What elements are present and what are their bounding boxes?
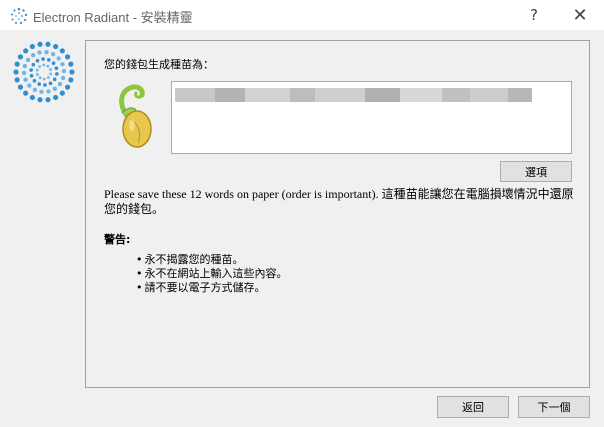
logo-dot bbox=[22, 63, 28, 69]
logo-dot bbox=[37, 97, 43, 103]
seed-instruction-text: Please save these 12 words on paper (ord… bbox=[104, 187, 574, 216]
brand-logo-icon bbox=[13, 41, 75, 103]
logo-dot bbox=[61, 68, 67, 74]
logo-dot bbox=[37, 50, 42, 55]
logo-dot bbox=[39, 89, 44, 95]
logo-dot bbox=[68, 61, 74, 67]
logo-dot bbox=[49, 72, 53, 76]
logo-dot bbox=[29, 94, 35, 101]
logo-dot bbox=[29, 43, 35, 50]
logo-dot bbox=[60, 62, 65, 67]
logo-dot bbox=[60, 75, 66, 81]
logo-dot bbox=[53, 43, 59, 50]
logo-dot bbox=[46, 89, 51, 94]
options-button[interactable]: 選項 bbox=[500, 161, 572, 182]
window-title: Electron Radiant - 安裝精靈 bbox=[33, 10, 193, 25]
app-logo-icon bbox=[11, 7, 28, 25]
next-button[interactable]: 下一個 bbox=[518, 396, 590, 418]
logo-dot bbox=[35, 68, 39, 72]
logo-dot bbox=[35, 58, 40, 63]
warning-item: 請不要以電子方式儲存。 bbox=[136, 281, 288, 295]
logo-dot bbox=[48, 81, 53, 86]
warning-item: 永不在網站上輸入這些內容。 bbox=[136, 267, 288, 281]
logo-dot bbox=[54, 66, 59, 70]
logo-dot bbox=[56, 56, 61, 61]
logo-dot bbox=[27, 83, 32, 88]
title-bar: Electron Radiant - 安裝精靈 ? ✕ bbox=[0, 0, 604, 30]
logo-dot bbox=[46, 58, 51, 62]
logo-dot bbox=[36, 73, 39, 76]
logo-dot bbox=[13, 69, 19, 75]
logo-dot bbox=[41, 57, 45, 61]
logo-dot bbox=[37, 41, 43, 47]
logo-dot bbox=[30, 52, 36, 58]
warning-item: 永不揭露您的種苗。 bbox=[136, 253, 288, 267]
logo-dot bbox=[29, 74, 34, 78]
logo-dot bbox=[44, 49, 49, 55]
logo-dot bbox=[31, 62, 36, 67]
logo-dot bbox=[14, 61, 20, 67]
logo-dot bbox=[29, 68, 33, 72]
logo-dot bbox=[57, 81, 63, 87]
logo-dot bbox=[59, 90, 65, 96]
logo-dot bbox=[59, 48, 65, 54]
logo-dot bbox=[52, 77, 57, 82]
logo-dot bbox=[43, 83, 47, 87]
logo-dot bbox=[53, 94, 59, 101]
seed-panel: 您的錢包生成種苗為： 選項 Please save these 12 words… bbox=[85, 40, 590, 388]
logo-dot bbox=[68, 77, 74, 83]
logo-dot bbox=[42, 77, 46, 81]
seed-words-field[interactable] bbox=[171, 81, 572, 154]
warning-label: 警告: bbox=[104, 233, 131, 246]
logo-dot bbox=[17, 84, 24, 90]
logo-dot bbox=[69, 69, 75, 75]
logo-dot bbox=[64, 84, 71, 90]
logo-dot bbox=[23, 90, 29, 96]
logo-dot bbox=[52, 86, 58, 92]
logo-dot bbox=[64, 54, 71, 60]
seed-words-obscured bbox=[175, 88, 532, 102]
warning-list: 永不揭露您的種苗。 永不在網站上輸入這些內容。 請不要以電子方式儲存。 bbox=[136, 253, 288, 295]
logo-dot bbox=[38, 76, 42, 80]
logo-dot bbox=[14, 77, 20, 83]
logo-dot bbox=[21, 70, 27, 76]
logo-dot bbox=[45, 41, 51, 47]
logo-dot bbox=[46, 64, 50, 68]
logo-dot bbox=[46, 76, 50, 79]
logo-dot bbox=[37, 82, 42, 86]
logo-dot bbox=[23, 77, 28, 82]
back-button[interactable]: 返回 bbox=[437, 396, 509, 418]
seed-heading: 您的錢包生成種苗為： bbox=[104, 58, 214, 71]
logo-dot bbox=[23, 48, 29, 54]
logo-dot bbox=[17, 54, 24, 60]
logo-dot bbox=[42, 63, 46, 67]
logo-dot bbox=[32, 87, 38, 92]
logo-dot bbox=[38, 65, 42, 68]
logo-dot bbox=[55, 72, 59, 76]
logo-dot bbox=[49, 68, 52, 71]
logo-dot bbox=[51, 61, 56, 65]
logo-dot bbox=[50, 52, 56, 57]
logo-dot bbox=[32, 79, 37, 83]
sprouting-seed-icon bbox=[119, 84, 152, 148]
close-button[interactable]: ✕ bbox=[562, 3, 598, 27]
help-button[interactable]: ? bbox=[516, 3, 552, 27]
logo-dot bbox=[45, 97, 51, 103]
logo-dot bbox=[25, 57, 31, 63]
